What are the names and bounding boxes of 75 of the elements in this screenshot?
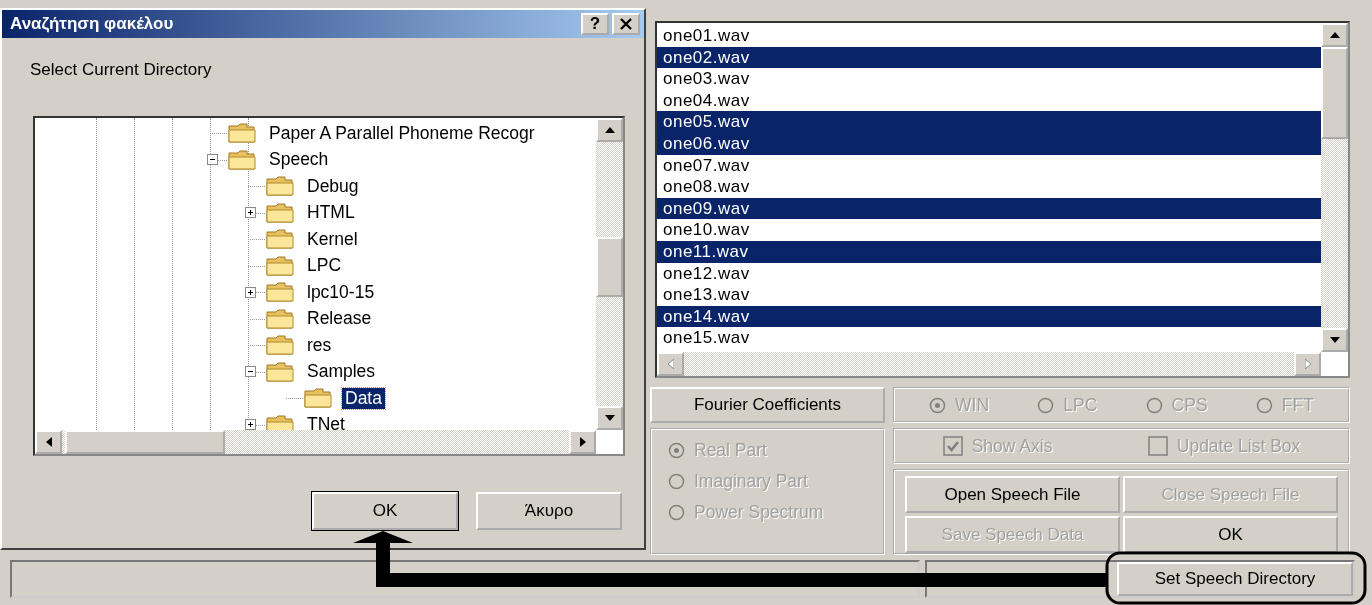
left-arrow-icon <box>667 359 674 369</box>
expand-toggle[interactable] <box>244 419 256 430</box>
set-directory-button[interactable]: Set Speech Directory <box>1117 562 1353 596</box>
folder-item[interactable]: lpc10-15 <box>304 281 378 303</box>
folder-item[interactable]: res <box>304 334 335 356</box>
file-item[interactable]: one02.wav <box>657 46 1321 69</box>
left-arrow-icon <box>45 437 52 447</box>
file-item[interactable]: one07.wav <box>657 154 1321 177</box>
file-item[interactable]: one10.wav <box>657 219 1321 241</box>
folder-item[interactable]: Paper A Parallel Phoneme Recogr <box>266 122 538 144</box>
file-item[interactable]: one04.wav <box>657 89 1321 112</box>
scroll-thumb[interactable] <box>596 237 623 297</box>
help-button[interactable]: ? <box>581 13 609 35</box>
file-item[interactable]: one05.wav <box>657 111 1321 133</box>
folder-icon <box>265 228 295 251</box>
folder-icon <box>227 148 257 171</box>
scrollbar[interactable] <box>35 430 596 454</box>
folder-item[interactable]: HTML <box>304 202 358 224</box>
folder-item[interactable]: TNet <box>304 414 348 430</box>
scroll-down-button[interactable] <box>1321 328 1348 352</box>
folder-icon <box>265 175 295 198</box>
expand-toggle[interactable] <box>206 154 218 166</box>
scrollbar[interactable] <box>1321 23 1348 352</box>
cancel-button[interactable]: Άκυρο <box>476 492 622 530</box>
scrollbar[interactable] <box>596 118 623 430</box>
expand-toggle[interactable] <box>244 286 256 298</box>
file-item[interactable]: one08.wav <box>657 176 1321 198</box>
folder-icon <box>265 307 295 330</box>
folder-item[interactable]: Samples <box>304 361 379 383</box>
expand-toggle[interactable] <box>244 366 256 378</box>
scroll-right-button[interactable] <box>569 430 596 454</box>
action-button[interactable]: Open Speech File <box>905 476 1120 513</box>
file-item[interactable]: one09.wav <box>657 197 1321 220</box>
file-item[interactable]: one01.wav <box>657 25 1321 47</box>
folder-icon <box>265 201 295 224</box>
folder-icon <box>303 387 333 410</box>
file-item[interactable]: one12.wav <box>657 262 1321 285</box>
right-arrow-icon <box>579 437 586 447</box>
folder-icon <box>265 281 295 304</box>
ok-button[interactable]: OK <box>312 492 458 530</box>
prompt-text: Select Current Directory <box>30 60 213 80</box>
folder-icon <box>265 413 295 430</box>
action-button[interactable]: OK <box>1123 516 1338 553</box>
up-arrow-icon <box>604 127 615 133</box>
down-arrow-icon <box>604 415 615 421</box>
fourier-button[interactable]: Fourier Coefficients <box>650 387 885 423</box>
scroll-thumb[interactable] <box>65 430 225 454</box>
scroll-up-button[interactable] <box>1321 23 1348 47</box>
folder-icon <box>265 360 295 383</box>
file-item[interactable]: one03.wav <box>657 68 1321 90</box>
folder-icon <box>265 334 295 357</box>
file-item[interactable]: one14.wav <box>657 305 1321 328</box>
folder-icon <box>265 254 295 277</box>
up-arrow-icon <box>1329 32 1340 38</box>
file-item[interactable]: one11.wav <box>657 240 1321 263</box>
folder-item[interactable]: Kernel <box>304 228 361 250</box>
folder-item[interactable]: Debug <box>304 175 362 197</box>
scroll-left-button[interactable] <box>35 430 62 454</box>
scroll-down-button[interactable] <box>596 406 623 430</box>
file-item[interactable]: one13.wav <box>657 284 1321 306</box>
folder-item[interactable]: Data <box>342 387 385 409</box>
folder-item[interactable]: Release <box>304 308 375 330</box>
down-arrow-icon <box>1329 337 1340 343</box>
expand-toggle[interactable] <box>244 207 256 219</box>
right-arrow-icon <box>1304 359 1311 369</box>
scroll-thumb[interactable] <box>1321 47 1348 139</box>
close-icon <box>619 18 633 30</box>
file-item[interactable]: one15.wav <box>657 327 1321 349</box>
scroll-up-button[interactable] <box>596 118 623 142</box>
folder-item[interactable]: LPC <box>304 255 345 277</box>
window-title: Αναζήτηση φακέλου <box>10 14 175 34</box>
folder-item[interactable]: Speech <box>266 149 332 171</box>
folder-icon <box>227 122 257 145</box>
file-item[interactable]: one06.wav <box>657 132 1321 155</box>
close-button[interactable] <box>612 13 640 35</box>
